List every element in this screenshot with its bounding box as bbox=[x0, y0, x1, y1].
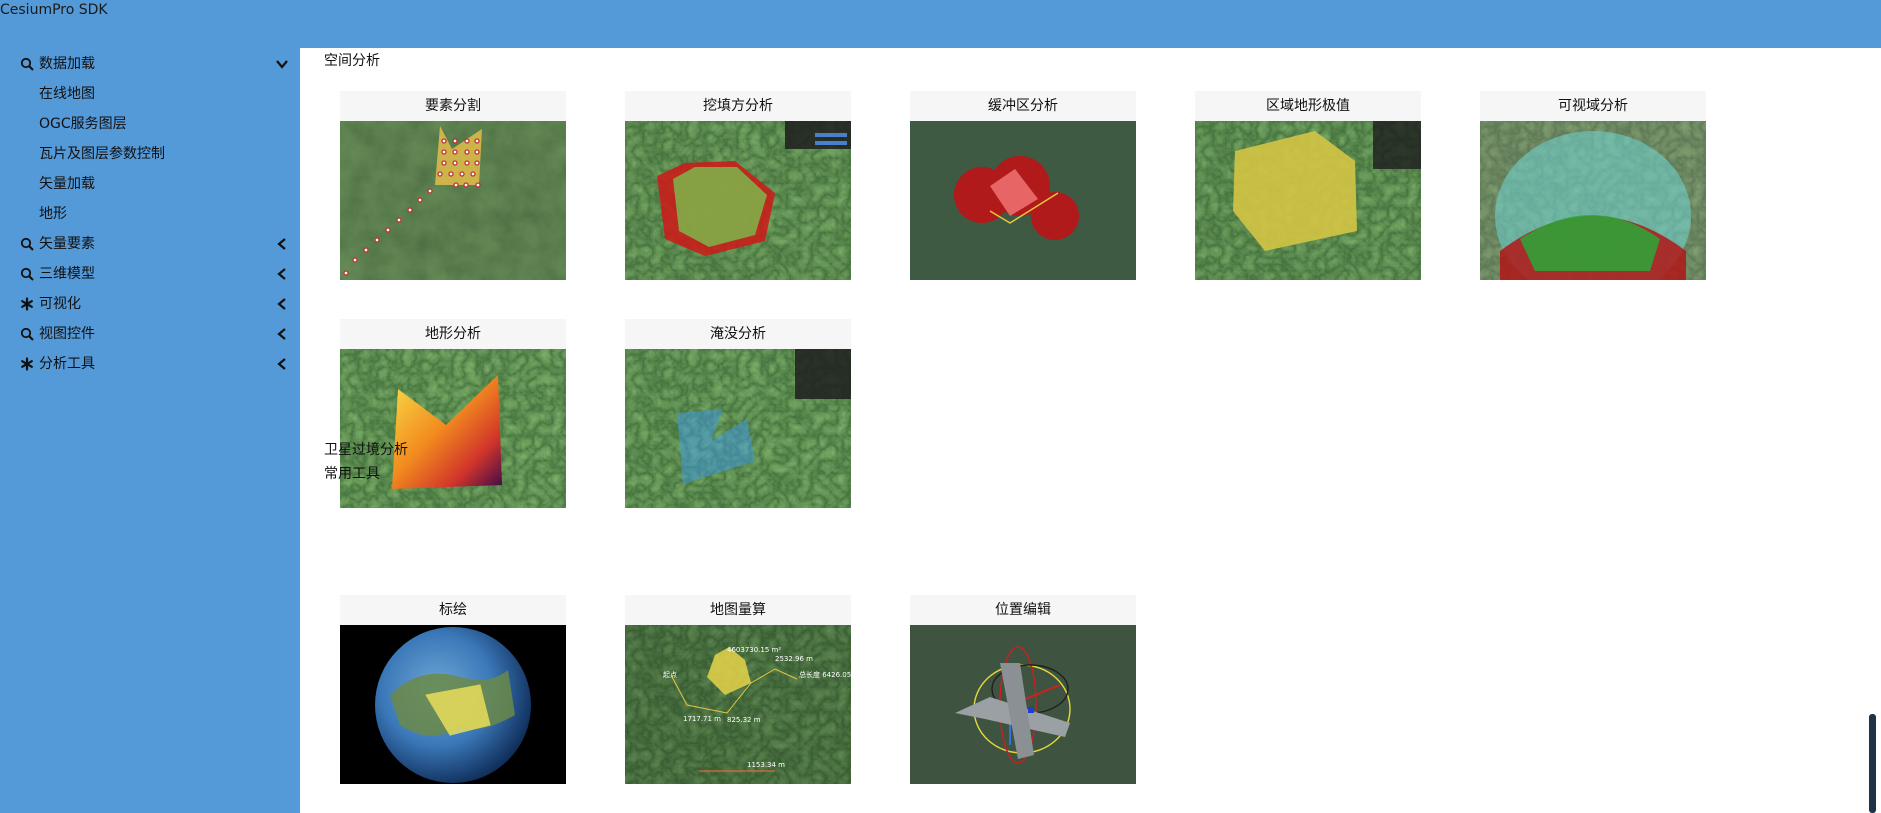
card-cut-fill-analysis[interactable]: 挖填方分析 bbox=[625, 91, 851, 280]
card-map-measurement[interactable]: 地图量算 4603730.15 m² 2532.96 m 总长度 6426.05… bbox=[625, 595, 851, 784]
nav-group-label: 分析工具 bbox=[39, 356, 95, 372]
card-title: 可视域分析 bbox=[1480, 91, 1706, 121]
chevron-down-icon bbox=[276, 60, 288, 69]
card-thumbnail-buffer-analysis bbox=[910, 121, 1136, 280]
card-thumbnail-position-edit bbox=[910, 625, 1136, 784]
nav-group-visualization[interactable]: 可视化 bbox=[0, 288, 300, 318]
nav-group-label: 数据加载 bbox=[39, 56, 95, 72]
chevron-left-icon bbox=[277, 358, 286, 370]
nav-group-view-controls[interactable]: 视图控件 bbox=[0, 318, 300, 348]
nav-group-label: 可视化 bbox=[39, 296, 81, 312]
card-thumbnail-flood-analysis bbox=[625, 349, 851, 508]
card-feature-split[interactable]: 要素分割 bbox=[340, 91, 566, 280]
nav-item-tile-params[interactable]: 瓦片及图层参数控制 bbox=[39, 138, 165, 168]
top-header: CesiumPro SDK bbox=[0, 0, 1881, 48]
nav-group-label: 矢量要素 bbox=[39, 236, 95, 252]
measure-start-label: 起点 bbox=[663, 671, 677, 679]
section-title-common-tools: 常用工具 bbox=[324, 466, 380, 482]
nav-group-label: 三维模型 bbox=[39, 266, 95, 282]
section-title-satellite-transit: 卫星过境分析 bbox=[324, 442, 408, 458]
nav-group-data-loading[interactable]: 数据加载 bbox=[0, 48, 300, 78]
nav-item-terrain[interactable]: 地形 bbox=[39, 198, 67, 228]
measure-area-label: 4603730.15 m² bbox=[727, 646, 781, 654]
search-icon bbox=[20, 267, 34, 281]
card-title: 标绘 bbox=[340, 595, 566, 625]
card-thumbnail-map-measurement: 4603730.15 m² 2532.96 m 总长度 6426.05 m 起点… bbox=[625, 625, 851, 784]
card-title: 区域地形极值 bbox=[1195, 91, 1421, 121]
card-flood-analysis[interactable]: 淹没分析 bbox=[625, 319, 851, 508]
nav-group-analysis-tools[interactable]: 分析工具 bbox=[0, 348, 300, 378]
card-title: 地形分析 bbox=[340, 319, 566, 349]
asterisk-icon bbox=[21, 357, 33, 371]
measure-length-label: 1153.34 m bbox=[747, 761, 785, 769]
card-plotting[interactable]: 标绘 bbox=[340, 595, 566, 784]
nav-group-vector-features[interactable]: 矢量要素 bbox=[0, 228, 300, 258]
main-content: 空间分析 要素分割 挖填方分析 缓冲区分析 区域地形极值 可视域分析 地形分析 … bbox=[300, 48, 1867, 813]
card-thumbnail-plotting bbox=[340, 625, 566, 784]
card-buffer-analysis[interactable]: 缓冲区分析 bbox=[910, 91, 1136, 280]
search-icon bbox=[20, 237, 34, 251]
measure-total-label: 总长度 6426.05 m bbox=[799, 670, 851, 679]
card-thumbnail-feature-split bbox=[340, 121, 566, 280]
vertical-scrollbar[interactable] bbox=[1867, 48, 1881, 813]
scrollbar-thumb[interactable] bbox=[1869, 714, 1876, 813]
search-icon bbox=[20, 57, 34, 71]
search-icon bbox=[20, 327, 34, 341]
card-thumbnail-viewshed-analysis bbox=[1480, 121, 1706, 280]
nav-item-ogc-layers[interactable]: OGC服务图层 bbox=[39, 108, 127, 138]
card-title: 挖填方分析 bbox=[625, 91, 851, 121]
app-title: CesiumPro SDK bbox=[0, 2, 108, 18]
card-title: 地图量算 bbox=[625, 595, 851, 625]
chevron-left-icon bbox=[277, 328, 286, 340]
card-thumbnail-cut-fill-analysis bbox=[625, 121, 851, 280]
card-viewshed-analysis[interactable]: 可视域分析 bbox=[1480, 91, 1706, 280]
card-title: 要素分割 bbox=[340, 91, 566, 121]
card-terrain-extremes[interactable]: 区域地形极值 bbox=[1195, 91, 1421, 280]
measure-length-label: 1717.71 m bbox=[683, 715, 721, 723]
card-thumbnail-terrain-extremes bbox=[1195, 121, 1421, 280]
measure-length-label: 2532.96 m bbox=[775, 655, 813, 663]
card-title: 淹没分析 bbox=[625, 319, 851, 349]
sidebar: 数据加载 在线地图 OGC服务图层 瓦片及图层参数控制 矢量加载 地形 矢量要素… bbox=[0, 48, 300, 813]
chevron-left-icon bbox=[277, 298, 286, 310]
nav-group-3d-models[interactable]: 三维模型 bbox=[0, 258, 300, 288]
card-thumbnail-terrain-analysis bbox=[340, 349, 566, 508]
nav-item-vector-loading[interactable]: 矢量加载 bbox=[39, 168, 95, 198]
nav-group-label: 视图控件 bbox=[39, 326, 95, 342]
card-title: 位置编辑 bbox=[910, 595, 1136, 625]
asterisk-icon bbox=[21, 297, 33, 311]
card-position-edit[interactable]: 位置编辑 bbox=[910, 595, 1136, 784]
section-title-spatial-analysis: 空间分析 bbox=[324, 53, 380, 69]
chevron-left-icon bbox=[277, 268, 286, 280]
chevron-left-icon bbox=[277, 238, 286, 250]
card-title: 缓冲区分析 bbox=[910, 91, 1136, 121]
measure-length-label: 825.32 m bbox=[727, 716, 761, 724]
nav-item-online-map[interactable]: 在线地图 bbox=[39, 78, 95, 108]
